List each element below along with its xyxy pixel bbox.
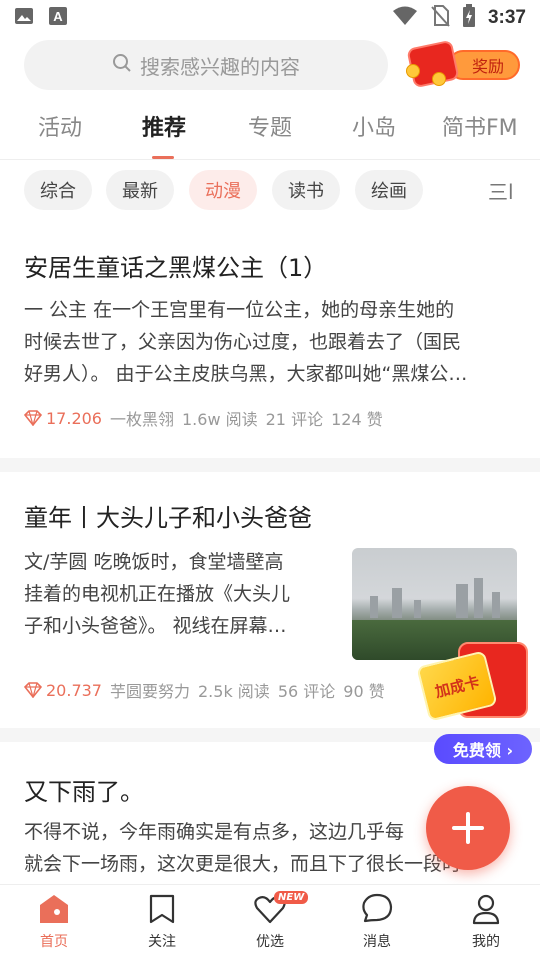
chip-general[interactable]: 综合 xyxy=(24,170,92,210)
chip-anime[interactable]: 动漫 xyxy=(189,170,257,210)
user-icon xyxy=(472,894,500,925)
article-card[interactable]: 安居生童话之黑煤公主（1） 一 公主 在一个王宫里有一位公主，她的母亲生她的 时… xyxy=(0,232,540,458)
excerpt-line: 时候去世了，父亲因为伤心过度，也跟着去了（国民 xyxy=(24,331,462,353)
active-tab-indicator xyxy=(152,156,174,159)
diamond-icon xyxy=(24,682,42,698)
reward-label: 奖励 xyxy=(448,50,520,80)
article-excerpt: 文/芋圆 吃晚饭时，食堂墙壁高 挂着的电视机正在播放《大头儿 子和小头爸爸》。 … xyxy=(24,546,334,642)
excerpt-line: 文/芋圆 吃晚饭时，食堂墙壁高 xyxy=(24,551,284,573)
category-chips: 综合 最新 动漫 读书 绘画 三l xyxy=(0,170,540,212)
like-count: 124 赞 xyxy=(331,410,383,429)
excerpt-line: 子和小头爸爸》。 视线在屏幕… xyxy=(24,615,287,637)
nav-home-label: 首页 xyxy=(40,934,68,950)
no-sim-icon xyxy=(430,4,450,32)
chat-bubble-icon xyxy=(362,893,393,923)
home-icon xyxy=(40,895,68,923)
nav-home[interactable]: 首页 xyxy=(14,893,94,951)
bonus-card-promo[interactable]: 加成卡 免费领 › xyxy=(402,630,534,766)
article-title: 安居生童话之黑煤公主（1） xyxy=(24,254,328,282)
wifi-icon xyxy=(392,6,418,31)
article-meta: 17.206 一枚黑翎 1.6w 阅读 21 评论 124 赞 xyxy=(24,406,383,430)
tab-recommend[interactable]: 推荐 xyxy=(142,110,186,142)
diamond-score: 17.206 xyxy=(24,409,102,428)
nav-profile[interactable]: 我的 xyxy=(446,893,526,951)
nav-featured[interactable]: NEW 优选 xyxy=(230,891,310,951)
article-title: 又下雨了。 xyxy=(24,778,144,806)
score-value: 20.737 xyxy=(46,680,102,700)
read-count: 2.5k 阅读 xyxy=(198,682,270,701)
article-title: 童年丨大头儿子和小头爸爸 xyxy=(24,504,312,532)
claim-free-button[interactable]: 免费领 › xyxy=(434,734,532,764)
comment-count: 21 评论 xyxy=(265,410,324,429)
nav-featured-label: 优选 xyxy=(256,934,284,950)
status-bar: A 3:37 xyxy=(0,0,540,36)
score-value: 17.206 xyxy=(46,408,102,428)
clock: 3:37 xyxy=(487,7,526,28)
diamond-icon xyxy=(24,410,42,426)
nav-messages-label: 消息 xyxy=(363,934,391,950)
tab-island[interactable]: 小岛 xyxy=(352,110,396,142)
svg-text:A: A xyxy=(53,9,63,24)
excerpt-line: 一 公主 在一个王宫里有一位公主，她的母亲生她的 xyxy=(24,299,455,321)
tab-bar: 活动 推荐 专题 小岛 简书FM xyxy=(0,100,540,160)
diamond-score: 20.737 xyxy=(24,681,102,700)
font-icon: A xyxy=(48,6,68,31)
bookmark-icon xyxy=(149,894,175,924)
plus-icon xyxy=(452,812,484,844)
read-count: 1.6w 阅读 xyxy=(182,410,258,429)
author-name[interactable]: 芋圆要努力 xyxy=(110,678,190,702)
coin-icon xyxy=(406,64,420,78)
tab-fm[interactable]: 简书FM xyxy=(442,110,518,142)
chip-painting[interactable]: 绘画 xyxy=(355,170,423,210)
new-badge: NEW xyxy=(274,891,309,904)
nav-follow[interactable]: 关注 xyxy=(122,893,202,951)
create-post-button[interactable] xyxy=(426,786,510,870)
tab-topics[interactable]: 专题 xyxy=(248,110,292,142)
author-name[interactable]: 一枚黑翎 xyxy=(110,406,174,430)
search-row: 搜索感兴趣的内容 奖励 xyxy=(0,39,540,92)
nav-messages[interactable]: 消息 xyxy=(337,893,417,951)
battery-charging-icon xyxy=(462,3,476,33)
comment-count: 56 评论 xyxy=(277,682,336,701)
search-input[interactable]: 搜索感兴趣的内容 xyxy=(24,40,388,90)
building-shape xyxy=(414,600,421,618)
building-shape xyxy=(456,584,468,618)
coin-icon xyxy=(432,72,446,86)
divider xyxy=(0,458,540,472)
chip-latest[interactable]: 最新 xyxy=(106,170,174,210)
like-count: 90 赞 xyxy=(343,682,385,701)
excerpt-line: 挂着的电视机正在播放《大头儿 xyxy=(24,583,291,605)
reward-button[interactable]: 奖励 xyxy=(406,39,520,89)
search-icon xyxy=(112,53,132,78)
building-shape xyxy=(492,592,500,618)
building-shape xyxy=(370,596,378,618)
chip-more-icon[interactable]: 三l xyxy=(488,176,528,206)
nav-profile-label: 我的 xyxy=(472,934,500,950)
chip-reading[interactable]: 读书 xyxy=(272,170,340,210)
image-icon xyxy=(14,6,34,31)
nav-follow-label: 关注 xyxy=(148,934,176,950)
article-excerpt: 一 公主 在一个王宫里有一位公主，她的母亲生她的 时候去世了，父亲因为伤心过度，… xyxy=(24,294,516,390)
search-placeholder: 搜索感兴趣的内容 xyxy=(140,54,300,79)
bottom-nav: 首页 关注 NEW 优选 消息 我的 xyxy=(0,884,540,960)
excerpt-line: 好男人）。 由于公主皮肤乌黑，大家都叫她“黑煤公… xyxy=(24,363,468,385)
building-shape xyxy=(474,578,483,618)
building-shape xyxy=(392,588,402,618)
article-meta: 20.737 芋圆要努力 2.5k 阅读 56 评论 90 赞 xyxy=(24,678,385,702)
tab-activity[interactable]: 活动 xyxy=(38,110,82,142)
